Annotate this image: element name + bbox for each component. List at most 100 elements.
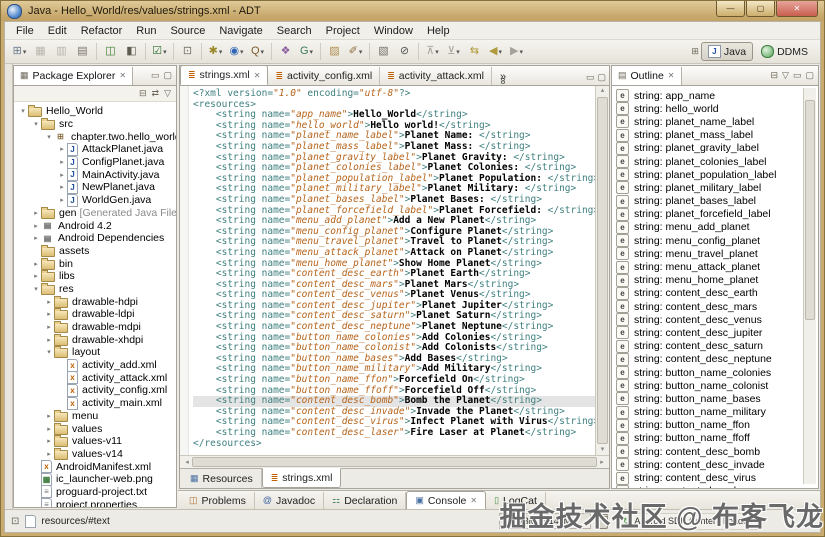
expand-arrow-icon[interactable]: ▸ xyxy=(44,323,54,331)
dropdown-arrow-icon[interactable]: ▾ xyxy=(23,48,27,56)
tree-item-project-properties[interactable]: ≡ project.properties xyxy=(14,498,176,507)
collapse-all-icon[interactable]: ⊟ xyxy=(139,89,147,98)
outline-item-planet_population_label[interactable]: e string: planet_population_label xyxy=(616,168,818,182)
expand-arrow-icon[interactable]: ▸ xyxy=(44,298,54,306)
tree-item-layout[interactable]: ▾ layout xyxy=(14,346,176,359)
scroll-left-icon[interactable]: ◂ xyxy=(182,458,192,466)
dropdown-arrow-icon[interactable]: ▾ xyxy=(163,48,167,56)
tree-item-values-v11[interactable]: ▸ values-v11 xyxy=(14,435,176,448)
editor-tab-activity_config-xml[interactable]: ≣ activity_config.xml xyxy=(268,67,381,85)
expand-arrow-icon[interactable]: ▸ xyxy=(57,158,67,166)
outline-item-planet_name_label[interactable]: e string: planet_name_label xyxy=(616,115,818,129)
open-resource-icon[interactable]: ▨ xyxy=(324,42,345,61)
tree-item-gen[interactable]: ▸ gen [Generated Java Files] xyxy=(14,206,176,220)
tree-item-libs[interactable]: ▸ libs xyxy=(14,270,176,283)
tree-item-drawable-xhdpi[interactable]: ▸ drawable-xhdpi xyxy=(14,333,176,346)
outline-item-menu_attack_planet[interactable]: e string: menu_attack_planet xyxy=(616,260,818,274)
tree-item-hello-world[interactable]: ▾ Hello_World xyxy=(14,105,176,118)
expand-arrow-icon[interactable]: ▾ xyxy=(18,107,28,115)
new-project-icon[interactable]: ☑ ▾ xyxy=(149,42,170,61)
outline-item-content_desc_virus[interactable]: e string: content_desc_virus xyxy=(616,471,818,485)
view-tab-problems[interactable]: ◫ Problems xyxy=(181,492,255,509)
scrollbar-thumb[interactable] xyxy=(805,100,815,320)
expand-arrow-icon[interactable]: ▸ xyxy=(44,310,54,318)
outline-item-app_name[interactable]: e string: app_name xyxy=(616,89,818,103)
perspective-java-button[interactable]: J Java xyxy=(700,42,754,61)
menu-project[interactable]: Project xyxy=(319,24,367,38)
tree-item-newplanet-java[interactable]: ▸ J NewPlanet.java xyxy=(14,180,176,194)
horizontal-scrollbar[interactable]: ◂ ▸ xyxy=(180,455,609,468)
expand-arrow-icon[interactable]: ▸ xyxy=(44,437,54,445)
background-job[interactable]: ↻ Android SDK Content Loader xyxy=(615,512,758,530)
tree-item-androidmanifest-xml[interactable]: x AndroidManifest.xml xyxy=(14,460,176,474)
tree-item-assets[interactable]: assets xyxy=(14,244,176,258)
minimize-icon[interactable]: ▭ xyxy=(793,71,802,80)
tree-item-bin[interactable]: ▸ bin xyxy=(14,257,176,270)
tree-item-activity-add-xml[interactable]: x activity_add.xml xyxy=(14,358,176,372)
page-tab-resources[interactable]: ▦ Resources xyxy=(182,469,262,488)
outline-item-planet_bases_label[interactable]: e string: planet_bases_label xyxy=(616,194,818,208)
dropdown-arrow-icon[interactable]: ▾ xyxy=(498,48,502,56)
outline-tab[interactable]: ▤ Outline ✕ xyxy=(612,66,682,85)
more-tabs-indicator[interactable]: » 8 xyxy=(500,71,506,85)
tree-item-drawable-hdpi[interactable]: ▸ drawable-hdpi xyxy=(14,295,176,308)
view-tab-javadoc[interactable]: @ Javadoc xyxy=(255,492,325,509)
expand-arrow-icon[interactable]: ▸ xyxy=(44,425,54,433)
outline-item-content_desc_earth[interactable]: e string: content_desc_earth xyxy=(616,286,818,300)
outline-item-menu_add_planet[interactable]: e string: menu_add_planet xyxy=(616,220,818,234)
outline-item-planet_gravity_label[interactable]: e string: planet_gravity_label xyxy=(616,141,818,155)
view-menu-icon[interactable]: ▽ xyxy=(782,71,789,80)
expand-arrow-icon[interactable]: ▸ xyxy=(44,412,54,420)
tree-item-configplanet-java[interactable]: ▸ J ConfigPlanet.java xyxy=(14,155,176,169)
close-icon[interactable]: ✕ xyxy=(119,71,126,80)
dropdown-arrow-icon[interactable]: ▾ xyxy=(219,48,223,56)
avd-manager-icon[interactable]: ◧ xyxy=(121,42,142,61)
close-icon[interactable]: ✕ xyxy=(254,71,261,80)
tree-item-drawable-mdpi[interactable]: ▸ drawable-mdpi xyxy=(14,321,176,334)
next-annotation-icon[interactable]: ⊻ ▾ xyxy=(443,42,464,61)
expand-arrow-icon[interactable]: ▸ xyxy=(31,272,41,280)
outline-item-content_desc_saturn[interactable]: e string: content_desc_saturn xyxy=(616,339,818,353)
tree-item-android-dependencies[interactable]: ▸ ▤ Android Dependencies xyxy=(14,232,176,245)
outline-item-button_name_military[interactable]: e string: button_name_military xyxy=(616,405,818,419)
dropdown-arrow-icon[interactable]: ▾ xyxy=(435,48,439,56)
expand-arrow-icon[interactable]: ▾ xyxy=(31,120,41,128)
menu-navigate[interactable]: Navigate xyxy=(212,24,269,38)
tree-item-src[interactable]: ▾ src xyxy=(14,118,176,131)
menu-source[interactable]: Source xyxy=(163,24,212,38)
maximize-button[interactable]: ▢ xyxy=(746,1,775,17)
expand-arrow-icon[interactable]: ▸ xyxy=(31,260,41,268)
outline-item-planet_military_label[interactable]: e string: planet_military_label xyxy=(616,181,818,195)
outline-item-content_desc_bomb[interactable]: e string: content_desc_bomb xyxy=(616,445,818,459)
expand-arrow-icon[interactable]: ▾ xyxy=(31,285,41,293)
open-perspective-icon[interactable]: ⊞ xyxy=(691,47,699,56)
menu-edit[interactable]: Edit xyxy=(41,24,74,38)
print-icon[interactable]: ▤ xyxy=(72,42,93,61)
outline-item-content_desc_venus[interactable]: e string: content_desc_venus xyxy=(616,313,818,327)
tree-item-mainactivity-java[interactable]: ▸ J MainActivity.java xyxy=(14,168,176,182)
outline-item-button_name_ffoff[interactable]: e string: button_name_ffoff xyxy=(616,431,818,445)
trim-stack-icon[interactable]: ⊡ xyxy=(11,516,19,527)
outline-item-content_desc_invade[interactable]: e string: content_desc_invade xyxy=(616,458,818,472)
outline-item-menu_config_planet[interactable]: e string: menu_config_planet xyxy=(616,234,818,248)
dropdown-arrow-icon[interactable]: ▾ xyxy=(359,48,363,56)
expand-arrow-icon[interactable]: ▸ xyxy=(57,196,67,204)
maximize-icon[interactable]: ▢ xyxy=(597,73,606,82)
run-icon[interactable]: ◉ ▾ xyxy=(226,42,247,61)
outline-item-menu_home_planet[interactable]: e string: menu_home_planet xyxy=(616,273,818,287)
minimize-icon[interactable]: ▭ xyxy=(151,71,160,80)
code-editor[interactable]: <?xml version="1.0" encoding="utf-8"?> <r… xyxy=(189,86,595,455)
expand-arrow-icon[interactable]: ▸ xyxy=(44,336,54,344)
close-icon[interactable]: ✕ xyxy=(470,496,477,505)
expand-arrow-icon[interactable]: ▸ xyxy=(57,183,67,191)
open-type-icon[interactable]: G ▾ xyxy=(296,42,317,61)
scroll-right-icon[interactable]: ▸ xyxy=(597,458,607,466)
outline-item-hello_world[interactable]: e string: hello_world xyxy=(616,102,818,116)
editor-tab-activity_attack-xml[interactable]: ≣ activity_attack.xml xyxy=(380,67,492,85)
menu-refactor[interactable]: Refactor xyxy=(74,24,130,38)
vertical-scrollbar[interactable]: ▴ ▾ xyxy=(595,86,609,455)
close-button[interactable]: ✕ xyxy=(776,1,818,17)
dropdown-arrow-icon[interactable]: ▾ xyxy=(261,48,265,56)
scroll-down-icon[interactable]: ▾ xyxy=(601,445,605,455)
menu-search[interactable]: Search xyxy=(270,24,319,38)
